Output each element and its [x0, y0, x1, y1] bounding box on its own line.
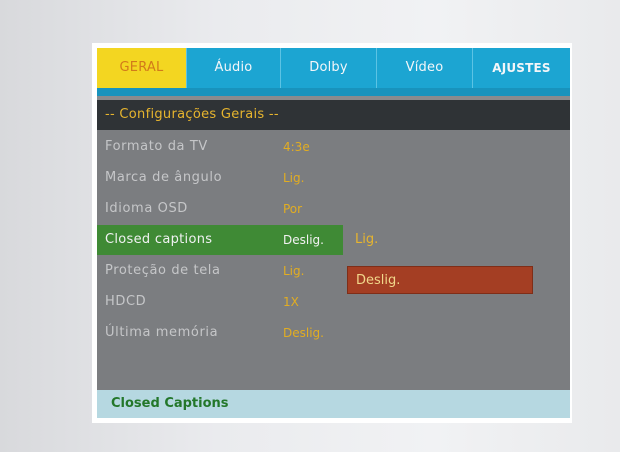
setting-label: Proteção de tela [105, 263, 221, 278]
status-bar: Closed Captions [97, 390, 570, 418]
dropdown-option-deslig[interactable]: Deslig. [347, 266, 533, 294]
section-title: -- Configurações Gerais -- [97, 100, 570, 130]
setting-value: Deslig. [283, 326, 324, 340]
osd-menu: GERAL Áudio Dolby Vídeo AJUSTES -- Confi… [97, 48, 570, 418]
tab-audio[interactable]: Áudio [187, 48, 281, 88]
tab-video[interactable]: Vídeo [377, 48, 473, 88]
setting-label: Closed captions [105, 232, 213, 247]
setting-label: HDCD [105, 294, 147, 309]
screen-frame: GERAL Áudio Dolby Vídeo AJUSTES -- Confi… [92, 43, 572, 423]
setting-label: Marca de ângulo [105, 170, 223, 185]
tab-geral[interactable]: GERAL [97, 48, 187, 88]
dropdown-option-lig[interactable]: Lig. [355, 225, 378, 255]
setting-value: Por [283, 202, 303, 216]
setting-row-tv-format[interactable]: Formato da TV 4:3e [97, 132, 570, 162]
setting-value: Lig. [283, 171, 305, 185]
setting-row-angle-mark[interactable]: Marca de ângulo Lig. [97, 163, 570, 193]
setting-row-closed-captions[interactable]: Closed captions Deslig. Lig. [97, 225, 570, 255]
setting-value: 1X [283, 295, 299, 309]
tab-dolby[interactable]: Dolby [281, 48, 377, 88]
setting-label: Última memória [105, 325, 219, 340]
setting-value: Lig. [283, 264, 305, 278]
tab-bar: GERAL Áudio Dolby Vídeo AJUSTES [97, 48, 570, 88]
setting-label: Formato da TV [105, 139, 208, 154]
setting-label: Idioma OSD [105, 201, 188, 216]
setting-row-last-memory[interactable]: Última memória Deslig. [97, 318, 570, 348]
tab-ajustes[interactable]: AJUSTES [473, 48, 570, 88]
setting-value: 4:3e [283, 140, 310, 154]
setting-row-osd-language[interactable]: Idioma OSD Por [97, 194, 570, 224]
tab-underline [97, 88, 570, 96]
setting-value: Deslig. [283, 233, 324, 247]
